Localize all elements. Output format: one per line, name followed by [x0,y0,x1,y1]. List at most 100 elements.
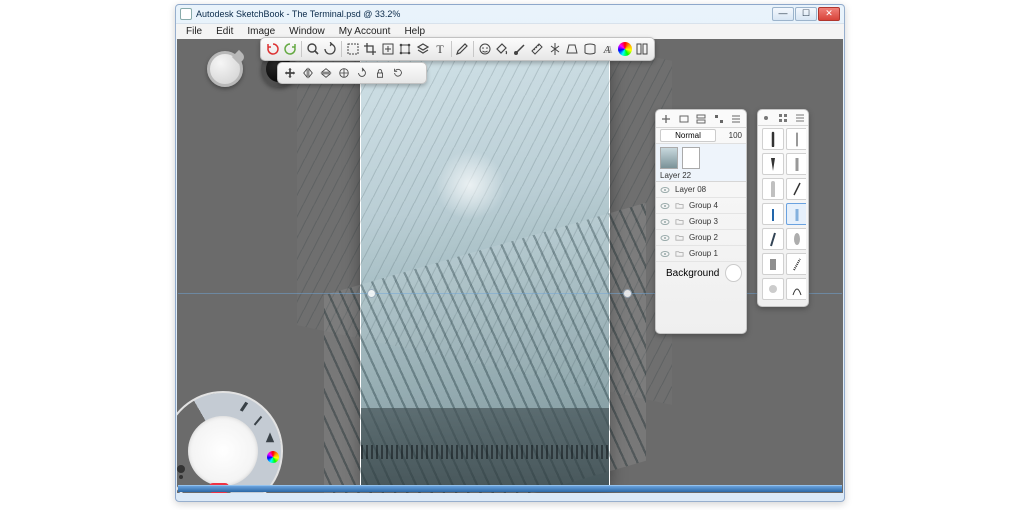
minimize-button[interactable]: — [772,7,794,21]
crop-icon[interactable] [361,39,379,59]
folder-icon [675,217,684,226]
close-button[interactable]: ✕ [818,7,840,21]
pencil-icon[interactable] [454,39,472,59]
brush-library-icon[interactable] [634,39,652,59]
rotate-icon[interactable] [353,64,371,82]
visibility-icon[interactable] [660,201,670,211]
background-color-swatch[interactable] [725,264,742,282]
brush-preset[interactable] [786,128,806,150]
menu-window[interactable]: Window [283,26,331,37]
gradient-icon[interactable] [511,39,529,59]
folder-icon [675,201,684,210]
transform-icon[interactable] [396,39,414,59]
rotate-canvas-icon[interactable] [321,39,339,59]
brush-puck[interactable] [207,51,243,87]
svg-text:A: A [605,44,613,56]
window-title: Autodesk SketchBook - The Terminal.psd @… [196,9,772,19]
layer-row[interactable]: Group 3 [656,214,746,230]
menu-edit[interactable]: Edit [210,26,239,37]
text-icon[interactable]: T [431,39,449,59]
layer-row[interactable]: Group 1 [656,246,746,262]
perspective-icon[interactable] [564,39,582,59]
maximize-button[interactable]: ☐ [795,7,817,21]
lock-icon[interactable] [371,64,389,82]
animation-icon[interactable]: AA [599,39,617,59]
distort-icon[interactable] [581,39,599,59]
menu-file[interactable]: File [180,26,208,37]
visibility-icon[interactable] [660,185,670,195]
svg-text:T: T [436,42,444,56]
brush-preset[interactable] [762,228,784,250]
lagoon-tool-icon[interactable] [237,399,251,413]
background-label: Background [666,268,719,279]
brush-preset[interactable] [762,178,784,200]
color-wheel-icon[interactable] [616,39,634,59]
brush-preset[interactable] [786,253,806,275]
windows-taskbar[interactable] [178,485,842,492]
zoom-icon[interactable] [304,39,322,59]
menu-image[interactable]: Image [241,26,281,37]
flip-vertical-icon[interactable] [317,64,335,82]
layer-name: Layer 08 [675,185,706,194]
lagoon-tool-icon[interactable] [251,413,265,427]
brush-menu-icon[interactable] [795,113,805,123]
layer-row[interactable]: Group 2 [656,230,746,246]
visibility-icon[interactable] [660,233,670,243]
canvas[interactable] [361,55,609,485]
workspace: Normal 100 Layer 22 Layer 08 Group 4 [177,39,843,493]
brush-preset[interactable] [786,178,806,200]
window-titlebar: Autodesk SketchBook - The Terminal.psd @… [176,5,844,23]
brush-preset[interactable] [762,278,784,300]
layer-name: Group 2 [689,233,718,242]
brush-preset[interactable] [786,153,806,175]
lagoon[interactable] [177,391,283,493]
brush-preset[interactable] [762,128,784,150]
menu-help[interactable]: Help [398,26,431,37]
layer-panel-menu[interactable] [730,113,742,125]
layer-panel-icon[interactable] [678,113,690,125]
brush-preset[interactable] [762,203,784,225]
guide-handle-right[interactable] [623,289,632,298]
visibility-icon[interactable] [660,217,670,227]
predictive-stroke-icon[interactable] [476,39,494,59]
layer-panel-icon3[interactable] [713,113,725,125]
free-transform-icon[interactable] [335,64,353,82]
main-toolbar: T AA [260,37,655,61]
flip-horizontal-icon[interactable] [299,64,317,82]
layers-icon[interactable] [414,39,432,59]
ruler-icon[interactable] [529,39,547,59]
reset-icon[interactable] [389,64,407,82]
brush-preset[interactable] [762,253,784,275]
blend-mode-select[interactable]: Normal [660,129,716,142]
brush-panel [757,109,809,307]
menu-my-account[interactable]: My Account [333,26,397,37]
brush-preset[interactable] [786,278,806,300]
layer-row[interactable]: Group 4 [656,198,746,214]
brush-grid-icon[interactable] [778,113,788,123]
brush-preset[interactable] [762,153,784,175]
lagoon-color-icon[interactable] [267,451,281,465]
symmetry-icon[interactable] [546,39,564,59]
layer-name: Group 3 [689,217,718,226]
select-icon[interactable] [344,39,362,59]
app-icon [180,8,192,20]
move-icon[interactable] [281,64,299,82]
add-image-icon[interactable] [379,39,397,59]
visibility-icon[interactable] [660,249,670,259]
layer-active[interactable]: Layer 22 [656,144,746,182]
background-layer[interactable]: Background [656,262,746,284]
lagoon-tool-icon[interactable] [263,431,277,445]
flood-fill-icon[interactable] [494,39,512,59]
brush-preset[interactable] [786,228,806,250]
folder-icon [675,233,684,242]
guide-handle-left[interactable] [367,289,376,298]
brush-preset[interactable] [786,203,806,225]
undo-icon[interactable] [264,39,282,59]
layer-panel-icon2[interactable] [695,113,707,125]
layer-row[interactable]: Layer 08 [656,182,746,198]
layer-opacity[interactable]: 100 [720,131,742,140]
redo-icon[interactable] [282,39,300,59]
brush-pin-icon[interactable] [761,113,771,123]
layer-name: Group 1 [689,249,718,258]
add-layer-button[interactable] [660,113,672,125]
